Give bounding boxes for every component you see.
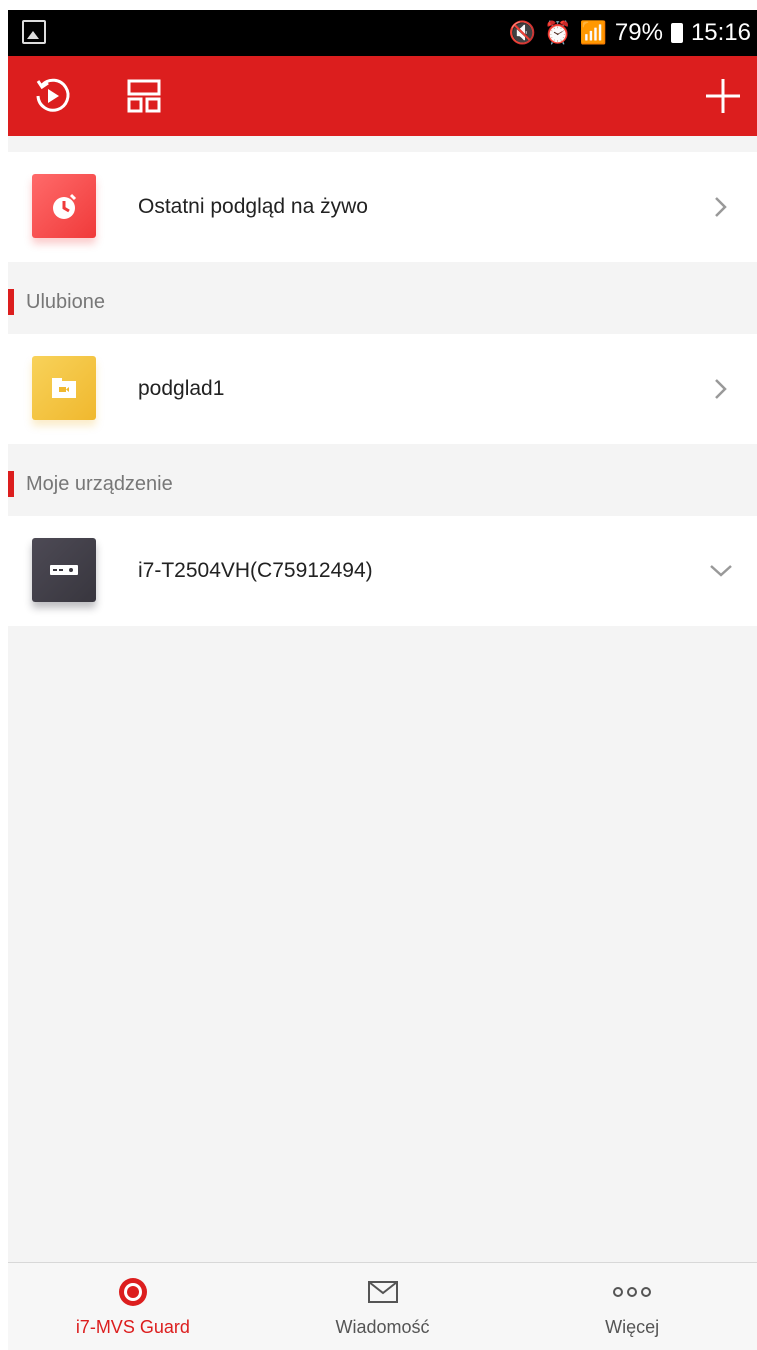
status-bar: 🔇 ⏰ 📶 79% 15:16 [8, 10, 757, 56]
playback-history-icon [36, 78, 70, 112]
wifi-icon: 📶 [579, 20, 607, 45]
add-device-button[interactable] [699, 72, 747, 120]
layout-button[interactable] [120, 72, 168, 120]
tab-i7-mvs-guard[interactable]: i7-MVS Guard [8, 1263, 258, 1350]
bottom-navigation: i7-MVS Guard Wiadomość Więcej [8, 1262, 757, 1350]
battery-level: 79% [614, 19, 663, 46]
favorite-item-label: podglad1 [138, 377, 225, 400]
tab-label: Więcej [605, 1317, 660, 1337]
favorites-section-header: Ulubione [8, 262, 757, 334]
chevron-right-icon [707, 193, 735, 221]
app-bar [8, 56, 757, 136]
recent-live-view-row[interactable]: Ostatni podgląd na żywo [8, 152, 757, 262]
stopwatch-icon [32, 174, 96, 238]
layout-icon [127, 79, 161, 113]
gallery-notification-icon [22, 20, 46, 44]
status-icons: 🔇 ⏰ 📶 79% 15:16 [509, 10, 751, 56]
tab-label: i7-MVS Guard [75, 1317, 190, 1337]
camera-icon [117, 1277, 149, 1307]
favorites-section-title: Ulubione [26, 291, 105, 313]
main-list: Ostatni podgląd na żywo Ulubione podglad… [8, 152, 757, 626]
mute-icon: 🔇 [508, 20, 537, 45]
chevron-right-icon [707, 375, 735, 403]
chevron-down-icon[interactable] [707, 557, 735, 585]
devices-section-header: Moje urządzenie [8, 444, 757, 516]
battery-icon [670, 23, 683, 43]
tab-wiecej[interactable]: Więcej [507, 1263, 757, 1350]
tab-label: Wiadomość [335, 1317, 430, 1337]
folder-camera-icon [32, 356, 96, 420]
section-marker [8, 289, 14, 315]
device-row[interactable]: i7-T2504VH(C75912494) [8, 516, 757, 626]
status-time: 15:16 [690, 19, 751, 46]
section-marker [8, 471, 14, 497]
recent-live-view-label: Ostatni podgląd na żywo [138, 195, 368, 218]
envelope-icon [367, 1277, 399, 1307]
dvr-device-icon [32, 538, 96, 602]
device-name-label: i7-T2504VH(C75912494) [138, 559, 373, 582]
more-icon [612, 1277, 652, 1307]
favorite-item-row[interactable]: podglad1 [8, 334, 757, 444]
tab-wiadomosc[interactable]: Wiadomość [258, 1263, 508, 1350]
phone-screen: 🔇 ⏰ 📶 79% 15:16 Ostatni podgląd na żywo … [8, 10, 757, 1350]
devices-section-title: Moje urządzenie [26, 473, 173, 495]
playback-history-button[interactable] [28, 72, 76, 120]
alarm-icon: ⏰ [544, 20, 572, 45]
add-icon [706, 79, 740, 113]
